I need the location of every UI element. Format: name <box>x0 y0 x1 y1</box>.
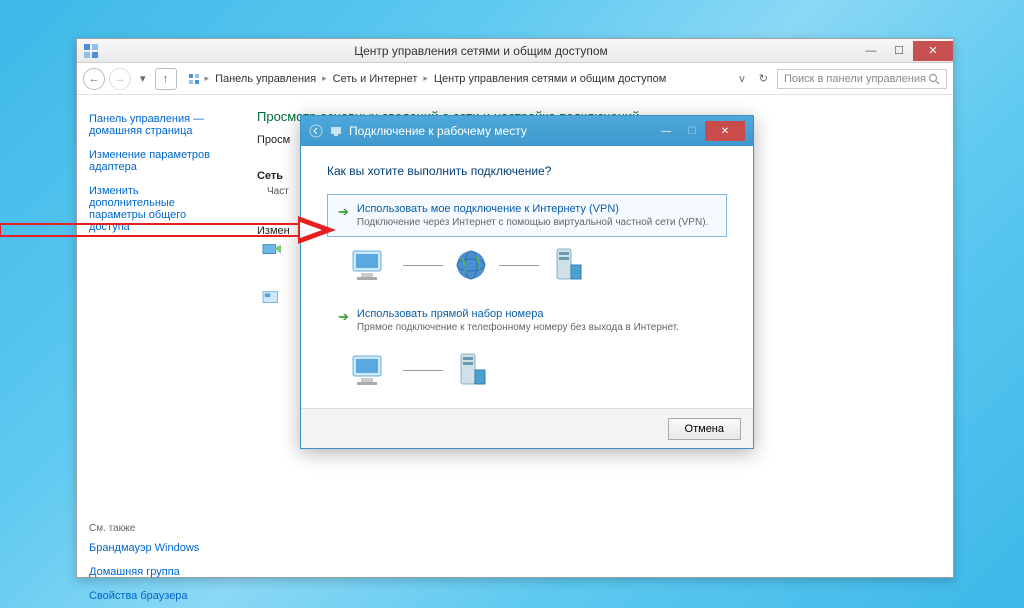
dialog-heading: Как вы хотите выполнить подключение? <box>327 164 727 178</box>
window-title: Центр управления сетями и общим доступом <box>105 44 857 58</box>
option-dialup[interactable]: ➔ Использовать прямой набор номера Прямо… <box>327 299 727 342</box>
dialog-footer: Отмена <box>301 408 753 448</box>
server-icon <box>453 350 489 390</box>
network-icon <box>187 72 201 86</box>
option-vpn-title: Использовать мое подключение к Интернету… <box>357 203 716 215</box>
stub-network-label: Сеть <box>257 170 283 182</box>
see-also-firewall[interactable]: Брандмауэр Windows <box>89 542 225 554</box>
arrow-icon: ➔ <box>338 309 349 333</box>
search-icon <box>928 73 940 85</box>
refresh-button[interactable]: ↻ <box>754 69 773 88</box>
connect-workplace-dialog: Подключение к рабочему месту — ☐ ✕ Как в… <box>300 115 754 449</box>
titlebar: Центр управления сетями и общим доступом… <box>77 39 953 63</box>
address-dropdown[interactable]: v <box>734 70 750 88</box>
globe-icon <box>453 247 489 283</box>
crumb-1[interactable]: Панель управления <box>213 71 318 87</box>
sidebar: Панель управления — домашняя страница Из… <box>77 95 237 577</box>
forward-button[interactable]: → <box>109 68 131 90</box>
computer-icon <box>349 352 393 388</box>
dialog-title: Подключение к рабочему месту <box>349 124 527 138</box>
computer-icon <box>349 247 393 283</box>
diagram-dialup <box>349 350 727 390</box>
dialog-close-button[interactable]: ✕ <box>705 121 745 141</box>
back-button[interactable]: ← <box>83 68 105 90</box>
see-also-label: См. также <box>89 523 225 534</box>
search-input[interactable]: Поиск в панели управления <box>777 69 947 89</box>
up-button[interactable]: ↑ <box>155 68 177 90</box>
dialog-maximize-button[interactable]: ☐ <box>679 121 705 141</box>
dialog-body: Как вы хотите выполнить подключение? ➔ И… <box>301 146 753 414</box>
diagram-vpn <box>349 245 727 285</box>
server-icon <box>549 245 585 285</box>
connection-wizard-icon <box>261 241 283 259</box>
troubleshoot-icon <box>261 289 283 307</box>
search-placeholder: Поиск в панели управления <box>784 73 926 85</box>
close-button[interactable]: ✕ <box>913 41 953 61</box>
crumb-2[interactable]: Сеть и Интернет <box>331 71 420 87</box>
minimize-button[interactable]: — <box>857 41 885 61</box>
option-vpn-desc: Подключение через Интернет с помощью вир… <box>357 217 716 228</box>
toolbar: ← → ▾ ↑ ▸ Панель управления ▸ Сеть и Инт… <box>77 63 953 95</box>
network-center-icon <box>83 43 99 59</box>
option-vpn[interactable]: ➔ Использовать мое подключение к Интерне… <box>327 194 727 237</box>
sidebar-link-adapter[interactable]: Изменение параметров адаптера <box>89 149 225 173</box>
option-dialup-desc: Прямое подключение к телефонному номеру … <box>357 322 716 333</box>
see-also-browser[interactable]: Свойства браузера <box>89 590 225 602</box>
history-dropdown[interactable]: ▾ <box>135 69 151 88</box>
dialog-titlebar: Подключение к рабочему месту — ☐ ✕ <box>301 116 753 146</box>
sidebar-link-sharing[interactable]: Изменить дополнительные параметры общего… <box>89 185 225 233</box>
breadcrumb: ▸ Панель управления ▸ Сеть и Интернет ▸ … <box>187 71 731 87</box>
dialog-title-icon <box>329 124 343 138</box>
back-arrow-icon[interactable] <box>309 124 323 138</box>
arrow-icon: ➔ <box>338 204 349 228</box>
sidebar-link-home[interactable]: Панель управления — домашняя страница <box>89 113 225 137</box>
cancel-button[interactable]: Отмена <box>668 418 741 440</box>
option-dialup-title: Использовать прямой набор номера <box>357 308 716 320</box>
dialog-minimize-button[interactable]: — <box>653 121 679 141</box>
maximize-button[interactable]: ☐ <box>885 41 913 61</box>
crumb-3[interactable]: Центр управления сетями и общим доступом <box>432 71 668 87</box>
see-also-homegroup[interactable]: Домашняя группа <box>89 566 225 578</box>
